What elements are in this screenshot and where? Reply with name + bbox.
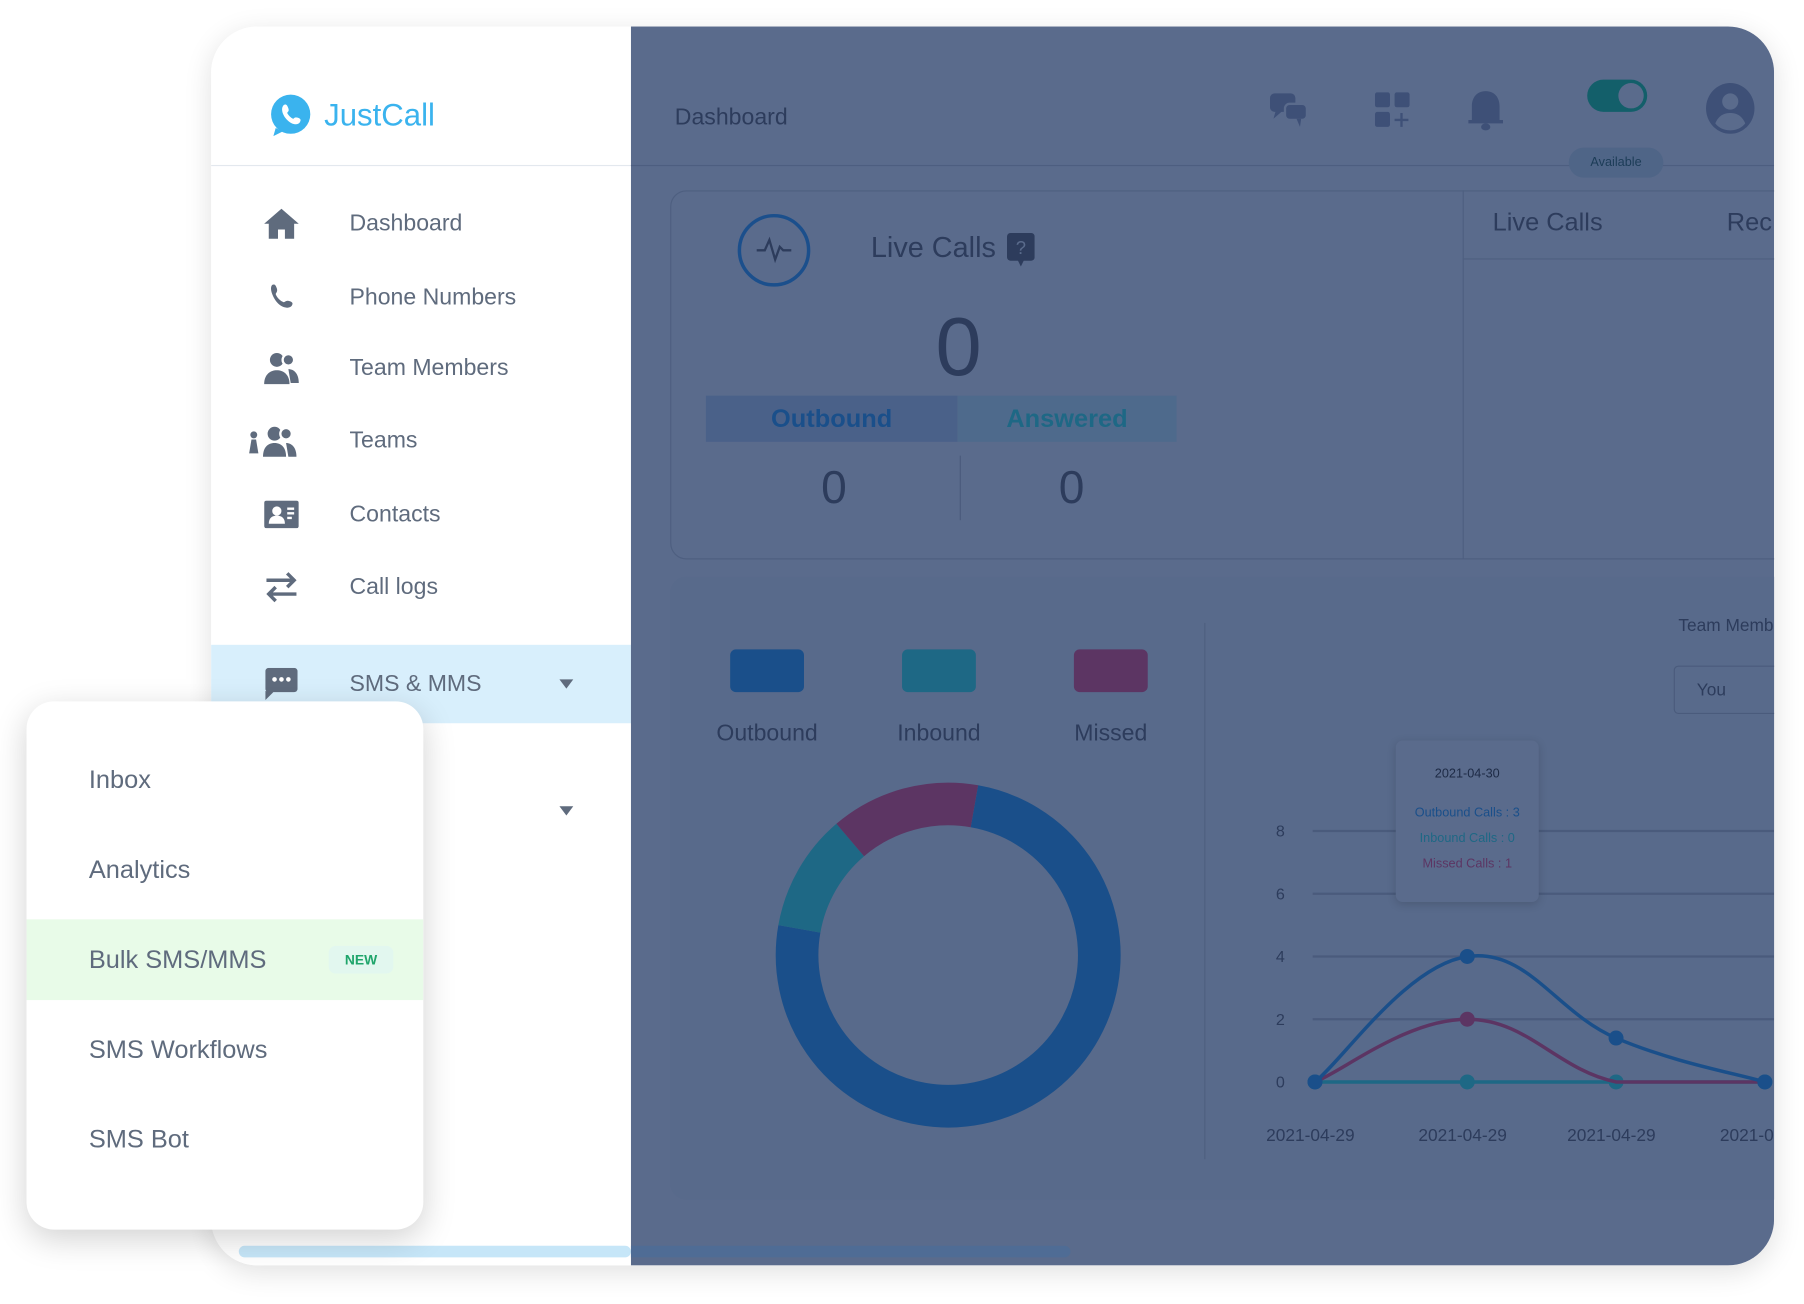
team-members-icon (262, 351, 301, 386)
submenu-item-label: Inbox (88, 764, 151, 794)
submenu-item-label: Bulk SMS/MMS (88, 944, 267, 974)
series-line-missed (1314, 1017, 1765, 1084)
data-point-missed[interactable] (1459, 1011, 1475, 1027)
x-tick-label: 2021-04-29 (1567, 1125, 1655, 1145)
y-tick-label: 2 (1276, 1011, 1285, 1029)
sidebar-item-label: Teams (349, 427, 418, 453)
submenu-item-inbox[interactable]: Inbox (27, 739, 424, 820)
sidebar-item-phone-numbers[interactable]: Phone Numbers (211, 263, 631, 332)
dashboard-main: Dashboard Available Live Calls Rec Live … (630, 26, 1775, 1266)
sidebar-item-call-logs[interactable]: Call logs (211, 553, 631, 622)
submenu-item-label: Analytics (88, 854, 191, 884)
horizontal-scrollbar-thumb[interactable] (630, 1245, 1071, 1258)
tooltip-title: 2021-04-30 (1434, 767, 1500, 781)
sidebar-item-label: Phone Numbers (349, 284, 517, 310)
data-point-outbound[interactable] (1459, 948, 1475, 964)
sidebar-item-label: SMS & MMS (349, 670, 482, 697)
chevron-down-icon[interactable] (559, 679, 574, 689)
phone-icon (262, 280, 301, 315)
data-point-outbound[interactable] (1307, 1074, 1323, 1090)
submenu-item-bulk-sms-mms[interactable]: Bulk SMS/MMS NEW (26, 919, 424, 1001)
justcall-logo-icon (271, 94, 311, 137)
sms-submenu-popup: Inbox Analytics Bulk SMS/MMS NEW SMS Workflo… (26, 701, 424, 1230)
divider (211, 164, 631, 167)
data-point-outbound[interactable] (1757, 1074, 1773, 1090)
swap-arrows-icon (262, 570, 301, 605)
sidebar-item-label: Dashboard (349, 210, 463, 236)
app-window: JustCall Dashboard Phone Numbers Team Memb… (211, 26, 1775, 1266)
data-point-outbound[interactable] (1608, 1030, 1624, 1046)
submenu-item-label: SMS Workflows (88, 1034, 268, 1064)
submenu-item-label: SMS Bot (88, 1124, 189, 1154)
chart-tooltip: 2021-04-30 Outbound Calls : 3 Inbound Ca… (1395, 740, 1539, 903)
chat-bubble-icon (262, 667, 301, 702)
line-chart: 0 2 4 6 8 2021-04-29 2021-04-29 2021-04-29 2021-… (1266, 823, 1775, 1145)
sidebar-item-label: Call logs (349, 573, 438, 600)
y-tick-label: 8 (1276, 823, 1285, 841)
submenu-item-analytics[interactable]: Analytics (27, 829, 424, 910)
logo: JustCall (269, 93, 435, 137)
data-point-inbound[interactable] (1459, 1074, 1475, 1090)
chevron-down-icon[interactable] (559, 806, 574, 816)
sidebar-item-teams[interactable]: Teams (211, 406, 631, 475)
x-tick-label: 2021-04-29 (1266, 1125, 1354, 1145)
home-icon (262, 206, 301, 241)
new-badge: NEW (328, 945, 394, 974)
tooltip-outbound: Outbound Calls : 3 (1414, 806, 1520, 821)
teams-icon (246, 423, 304, 458)
sidebar-item-label: Contacts (349, 501, 441, 527)
horizontal-scrollbar[interactable] (238, 1245, 631, 1258)
y-tick-label: 6 (1276, 885, 1285, 903)
y-tick-label: 0 (1276, 1074, 1285, 1092)
sidebar-item-label: Team Members (349, 354, 509, 381)
tooltip-missed: Missed Calls : 1 (1422, 857, 1513, 871)
x-tick-label: 2021-0 (1720, 1125, 1774, 1145)
app-name: JustCall (324, 97, 435, 133)
y-tick-label: 4 (1276, 948, 1285, 966)
tooltip-inbound: Inbound Calls : 0 (1419, 831, 1515, 846)
x-tick-label: 2021-04-29 (1418, 1125, 1506, 1145)
contacts-icon (262, 497, 301, 532)
sidebar-item-dashboard[interactable]: Dashboard (211, 189, 631, 258)
sidebar-item-team-members[interactable]: Team Members (211, 333, 631, 402)
submenu-item-sms-workflows[interactable]: SMS Workflows (27, 1009, 424, 1090)
sidebar-item-contacts[interactable]: Contacts (211, 480, 631, 549)
submenu-item-sms-bot[interactable]: SMS Bot (27, 1099, 424, 1180)
